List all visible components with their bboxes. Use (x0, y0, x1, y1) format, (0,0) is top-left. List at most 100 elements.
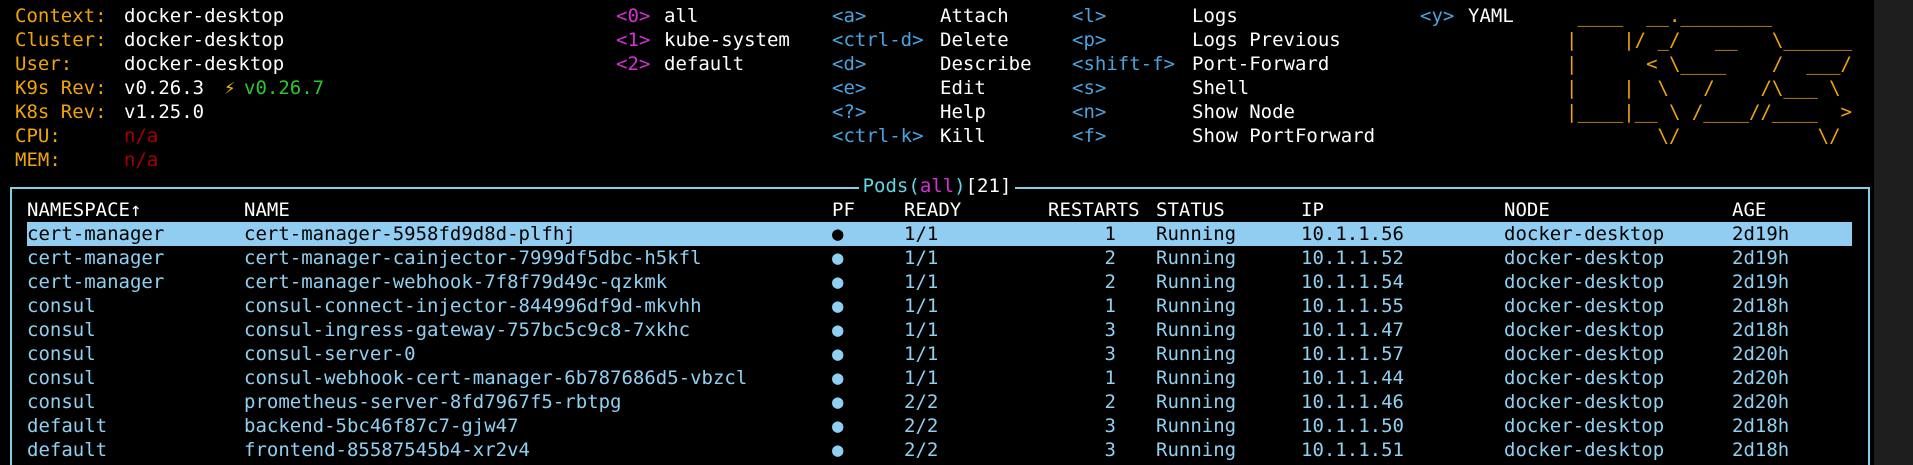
cell-name: cert-manager-webhook-7f8f79d49c-qzkmk (244, 271, 668, 293)
cell-pf: ● (832, 415, 844, 437)
shortcut-command[interactable]: Attach (940, 4, 1009, 28)
shortcut-command[interactable]: Edit (940, 76, 986, 100)
cell-pf: ● (832, 343, 844, 365)
cell-pf: ● (832, 391, 844, 413)
shortcut-command[interactable]: YAML (1468, 4, 1514, 28)
namespace-name[interactable]: all (664, 4, 698, 28)
info-label: CPU: (15, 125, 61, 147)
logo-line: | |/ _/ __ \______ (1566, 29, 1864, 51)
shortcut-command[interactable]: Shell (1192, 76, 1249, 100)
table-row[interactable]: consul prometheus-server-8fd7967f5-rbtpg ●… (27, 390, 1852, 414)
table-row[interactable]: default backend-5bc46f87c7-gjw47 ● 2/2 3 Runn… (27, 414, 1852, 438)
shortcut-key[interactable]: <ctrl-d> (832, 28, 924, 52)
col-ip[interactable]: IP (1301, 198, 1324, 222)
cell-namespace: cert-manager (27, 247, 165, 269)
shortcut-key[interactable]: <p> (1072, 28, 1106, 52)
cell-restarts: 2 (1104, 391, 1116, 413)
cell-status: Running (1156, 391, 1237, 413)
cell-node: docker-desktop (1504, 367, 1665, 389)
info-label: K8s Rev: (15, 101, 107, 123)
col-age[interactable]: AGE (1732, 198, 1766, 222)
cell-namespace: consul (27, 319, 96, 341)
namespace-key[interactable]: <0> (616, 4, 650, 28)
shortcut-key[interactable]: <e> (832, 76, 866, 100)
cell-pf: ● (832, 439, 844, 461)
info-label: Context: (15, 5, 107, 27)
logo-line: ____ __.________ (1566, 5, 1864, 27)
cell-namespace: consul (27, 295, 96, 317)
cell-pf: ● (832, 367, 844, 389)
cell-status: Running (1156, 343, 1237, 365)
shortcut-command[interactable]: Logs (1192, 4, 1238, 28)
logo-line: | < \____ / ___/ (1566, 53, 1864, 75)
shortcut-command[interactable]: Show Node (1192, 100, 1295, 124)
pods-resource-label: Pods (862, 175, 909, 197)
shortcut-key[interactable]: <f> (1072, 124, 1106, 148)
pods-scope-label: all (919, 175, 955, 197)
col-namespace[interactable]: NAMESPACE↑ (27, 198, 141, 222)
cell-name: backend-5bc46f87c7-gjw47 (244, 415, 519, 437)
upgrade-version: v0.26.7 (244, 77, 325, 99)
logo-line: \/ \/ (1566, 125, 1864, 147)
table-row[interactable]: consul consul-connect-injector-844996df9d… (27, 294, 1852, 318)
cell-name: consul-server-0 (244, 343, 416, 365)
shortcut-key[interactable]: <s> (1072, 76, 1106, 100)
shortcut-key[interactable]: <y> (1420, 4, 1454, 28)
col-status[interactable]: STATUS (1156, 198, 1225, 222)
logo-line: |____|__ \ /____//____ > (1566, 101, 1864, 123)
cell-node: docker-desktop (1504, 295, 1665, 317)
cell-ip: 10.1.1.47 (1301, 319, 1404, 341)
cell-ready: 2/2 (904, 439, 939, 461)
table-row[interactable]: cert-manager cert-manager-5958fd9d8d-plfh… (27, 222, 1852, 246)
shortcut-key[interactable]: <d> (832, 52, 866, 76)
cell-name: consul-ingress-gateway-757bc5c9c8-7xkhc (244, 319, 691, 341)
cell-ip: 10.1.1.57 (1301, 343, 1404, 365)
shortcut-command[interactable]: Delete (940, 28, 1009, 52)
shortcut-command[interactable]: Help (940, 100, 986, 124)
col-node[interactable]: NODE (1504, 198, 1550, 222)
shortcut-command[interactable]: Describe (940, 52, 1032, 76)
shortcut-command[interactable]: Port-Forward (1192, 52, 1329, 76)
col-ready[interactable]: READY (904, 198, 961, 222)
table-row[interactable]: cert-manager cert-manager-webhook-7f8f79d… (27, 270, 1852, 294)
namespace-name[interactable]: kube-system (664, 28, 790, 52)
shortcut-key[interactable]: <shift-f> (1072, 52, 1175, 76)
namespace-key[interactable]: <2> (616, 52, 650, 76)
cell-ip: 10.1.1.54 (1301, 271, 1404, 293)
namespace-name[interactable]: default (664, 52, 744, 76)
shortcut-key[interactable]: <a> (832, 4, 866, 28)
table-row[interactable]: consul consul-webhook-cert-manager-6b7876… (27, 366, 1852, 390)
col-name[interactable]: NAME (244, 198, 290, 222)
cell-ip: 10.1.1.55 (1301, 295, 1404, 317)
table-row[interactable]: cert-manager cert-manager-cainjector-7999… (27, 246, 1852, 270)
shortcut-command[interactable]: Logs Previous (1192, 28, 1341, 52)
cell-ip: 10.1.1.56 (1301, 223, 1404, 245)
cell-age: 2d18h (1732, 319, 1790, 341)
namespace-key[interactable]: <1> (616, 28, 650, 52)
shortcut-command[interactable]: Show PortForward (1192, 124, 1375, 148)
upgrade-bolt-icon: ⚡ (224, 77, 236, 99)
cell-ready: 1/1 (904, 343, 939, 365)
cell-age: 2d18h (1732, 439, 1790, 461)
cell-namespace: cert-manager (27, 223, 165, 245)
col-restarts[interactable]: RESTARTS (1048, 198, 1140, 222)
info-value: v1.25.0 (124, 101, 205, 123)
table-row[interactable]: consul consul-server-0 ● 1/1 3 Running 10.1.1.… (27, 342, 1852, 366)
col-pf[interactable]: PF (832, 198, 855, 222)
cell-age: 2d20h (1732, 367, 1790, 389)
pods-count: 21 (977, 175, 1000, 197)
shortcut-key[interactable]: <n> (1072, 100, 1106, 124)
shortcut-key[interactable]: <?> (832, 100, 866, 124)
cell-status: Running (1156, 295, 1237, 317)
pods-panel-title: Pods(all)[21] (0, 174, 1874, 198)
cell-age: 2d20h (1732, 343, 1790, 365)
table-row[interactable]: default frontend-85587545b4-xr2v4 ● 2/2 3 Run… (27, 438, 1852, 462)
shortcut-command[interactable]: Kill (940, 124, 986, 148)
info-value: n/a (124, 125, 159, 147)
shortcut-key[interactable]: <l> (1072, 4, 1106, 28)
cell-age: 2d18h (1732, 415, 1790, 437)
cell-status: Running (1156, 415, 1237, 437)
cell-namespace: consul (27, 391, 96, 413)
table-row[interactable]: consul consul-ingress-gateway-757bc5c9c8-… (27, 318, 1852, 342)
shortcut-key[interactable]: <ctrl-k> (832, 124, 924, 148)
